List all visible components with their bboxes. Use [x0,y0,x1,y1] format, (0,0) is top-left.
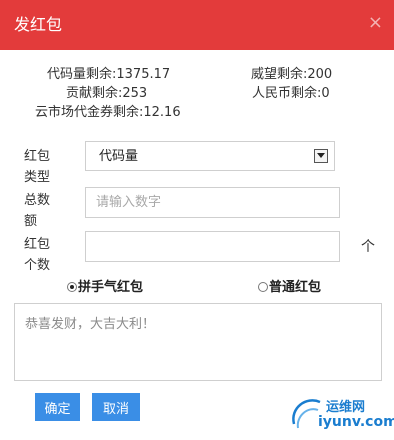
radio-normal-label: 普通红包 [269,280,322,295]
watermark-logo: 运维网 iyunv.com [286,394,394,434]
stat-prestige: 威望剩余:200 [251,67,333,82]
stat-rmb: 人民币剩余:0 [252,86,330,101]
type-select-value: 代码量 [99,149,139,164]
type-label-line1: 红包 [24,149,51,164]
total-label: 总数 额 [24,190,58,232]
stat-contribution: 贡献剩余:253 [66,86,148,101]
chevron-down-icon[interactable] [314,149,328,163]
type-label: 红包 类型 [24,146,58,188]
confirm-button[interactable]: 确定 [35,393,80,421]
message-textarea[interactable] [14,303,382,381]
radio-checked-icon[interactable] [67,282,77,292]
dialog-title: 发红包 [14,15,63,34]
watermark-text: 运维网 [326,400,366,415]
dialog-header: 发红包 × [0,0,394,50]
count-label-line1: 红包 [24,237,51,252]
count-label: 红包 个数 [24,234,58,276]
radio-unchecked-icon[interactable] [258,282,268,292]
watermark-domain: iyunv.com [318,414,394,430]
stat-voucher: 云市场代金券剩余:12.16 [35,105,181,120]
total-label-line2: 额 [24,214,38,229]
count-input[interactable] [85,231,340,262]
stat-code-amount: 代码量剩余:1375.17 [47,67,171,82]
type-select[interactable]: 代码量 [85,141,335,171]
count-label-line2: 个数 [24,258,51,273]
radio-normal[interactable]: 普通红包 [258,280,321,296]
type-label-line2: 类型 [24,170,51,185]
radio-lucky-label: 拼手气红包 [78,280,144,295]
count-unit: 个 [361,239,375,255]
radio-lucky[interactable]: 拼手气红包 [67,280,143,296]
close-icon[interactable]: × [368,13,383,33]
cancel-button[interactable]: 取消 [92,393,140,421]
total-amount-input[interactable] [85,187,340,218]
total-label-line1: 总数 [24,193,51,208]
